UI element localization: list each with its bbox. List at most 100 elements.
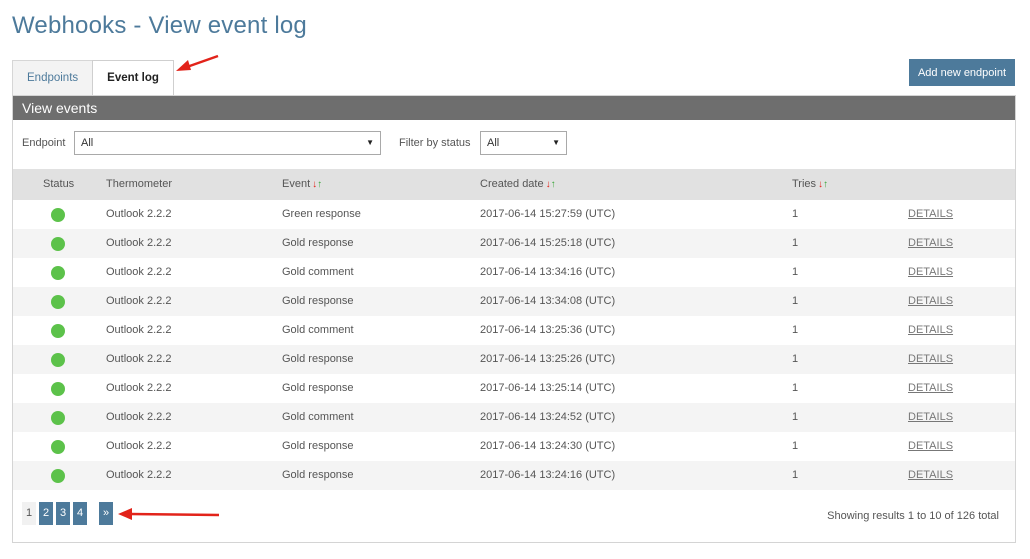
sort-asc-icon[interactable]: ↑ xyxy=(551,179,556,190)
status-ok-icon xyxy=(51,411,65,425)
column-created-label: Created date xyxy=(480,178,544,190)
details-link[interactable]: DETAILS xyxy=(908,432,953,461)
table-row: Outlook 2.2.2 Gold response 2017-06-14 1… xyxy=(13,374,1015,403)
chevron-down-icon: ▼ xyxy=(366,138,374,147)
cell-event: Gold response xyxy=(282,440,354,452)
table-row: Outlook 2.2.2 Gold response 2017-06-14 1… xyxy=(13,287,1015,316)
table-row: Outlook 2.2.2 Gold comment 2017-06-14 13… xyxy=(13,403,1015,432)
cell-event: Gold response xyxy=(282,469,354,481)
details-link[interactable]: DETAILS xyxy=(908,287,953,316)
cell-created: 2017-06-14 13:34:16 (UTC) xyxy=(480,266,616,278)
next-page-button[interactable]: » xyxy=(99,502,113,525)
table-row: Outlook 2.2.2 Gold response 2017-06-14 1… xyxy=(13,229,1015,258)
table-row: Outlook 2.2.2 Green response 2017-06-14 … xyxy=(13,200,1015,229)
status-ok-icon xyxy=(51,353,65,367)
column-event-label: Event xyxy=(282,178,311,190)
cell-thermometer: Outlook 2.2.2 xyxy=(106,382,172,394)
details-link[interactable]: DETAILS xyxy=(908,374,953,403)
cell-event: Gold response xyxy=(282,382,354,394)
details-link[interactable]: DETAILS xyxy=(908,258,953,287)
cell-created: 2017-06-14 13:34:08 (UTC) xyxy=(480,295,616,307)
endpoint-select[interactable]: All ▼ xyxy=(74,131,381,155)
column-tries-label: Tries xyxy=(792,178,817,190)
cell-created: 2017-06-14 13:24:30 (UTC) xyxy=(480,440,616,452)
panel-title: View events xyxy=(13,96,1015,120)
status-ok-icon xyxy=(51,266,65,280)
cell-event: Gold response xyxy=(282,295,354,307)
cell-tries: 1 xyxy=(792,440,799,452)
cell-tries: 1 xyxy=(792,208,799,220)
cell-tries: 1 xyxy=(792,382,799,394)
column-status: Status xyxy=(43,178,75,190)
cell-tries: 1 xyxy=(792,295,799,307)
table-row: Outlook 2.2.2 Gold response 2017-06-14 1… xyxy=(13,345,1015,374)
cell-created: 2017-06-14 13:24:52 (UTC) xyxy=(480,411,616,423)
status-ok-icon xyxy=(51,382,65,396)
sort-asc-icon[interactable]: ↑ xyxy=(823,179,828,190)
cell-thermometer: Outlook 2.2.2 xyxy=(106,411,172,423)
page-button-3[interactable]: 3 xyxy=(56,502,70,525)
details-link[interactable]: DETAILS xyxy=(908,403,953,432)
cell-thermometer: Outlook 2.2.2 xyxy=(106,266,172,278)
cell-thermometer: Outlook 2.2.2 xyxy=(106,237,172,249)
cell-tries: 1 xyxy=(792,237,799,249)
details-link[interactable]: DETAILS xyxy=(908,229,953,258)
page-button-2[interactable]: 2 xyxy=(39,502,53,525)
cell-thermometer: Outlook 2.2.2 xyxy=(106,440,172,452)
cell-event: Gold comment xyxy=(282,411,354,423)
column-created-date[interactable]: Created date ↓↑ xyxy=(480,169,556,200)
table-row: Outlook 2.2.2 Gold response 2017-06-14 1… xyxy=(13,461,1015,490)
events-panel: View events Endpoint All ▼ Filter by sta… xyxy=(12,95,1016,543)
column-event[interactable]: Event ↓↑ xyxy=(282,169,322,200)
cell-event: Green response xyxy=(282,208,361,220)
chevron-down-icon: ▼ xyxy=(552,138,560,147)
cell-tries: 1 xyxy=(792,324,799,336)
status-select-value: All xyxy=(487,137,500,149)
tab-endpoints[interactable]: Endpoints xyxy=(12,60,94,96)
status-ok-icon xyxy=(51,208,65,222)
column-thermometer: Thermometer xyxy=(106,178,173,190)
page-button-4[interactable]: 4 xyxy=(73,502,87,525)
cell-tries: 1 xyxy=(792,266,799,278)
status-ok-icon xyxy=(51,440,65,454)
sort-asc-icon[interactable]: ↑ xyxy=(317,179,322,190)
pagination: 1 2 3 4 » xyxy=(22,502,113,525)
cell-event: Gold response xyxy=(282,237,354,249)
cell-thermometer: Outlook 2.2.2 xyxy=(106,324,172,336)
cell-created: 2017-06-14 13:24:16 (UTC) xyxy=(480,469,616,481)
cell-tries: 1 xyxy=(792,353,799,365)
cell-event: Gold comment xyxy=(282,324,354,336)
cell-created: 2017-06-14 13:25:14 (UTC) xyxy=(480,382,616,394)
details-link[interactable]: DETAILS xyxy=(908,461,953,490)
cell-thermometer: Outlook 2.2.2 xyxy=(106,353,172,365)
annotation-arrow-tab xyxy=(176,54,219,71)
table-row: Outlook 2.2.2 Gold response 2017-06-14 1… xyxy=(13,432,1015,461)
cell-created: 2017-06-14 15:27:59 (UTC) xyxy=(480,208,616,220)
details-link[interactable]: DETAILS xyxy=(908,345,953,374)
status-filter-label: Filter by status xyxy=(399,137,471,149)
cell-tries: 1 xyxy=(792,469,799,481)
status-ok-icon xyxy=(51,324,65,338)
status-ok-icon xyxy=(51,469,65,483)
page-button-1[interactable]: 1 xyxy=(22,502,36,525)
status-select[interactable]: All ▼ xyxy=(480,131,567,155)
endpoint-select-value: All xyxy=(81,137,94,149)
tab-bar: Endpoints Event log xyxy=(12,60,174,96)
cell-created: 2017-06-14 13:25:36 (UTC) xyxy=(480,324,616,336)
tab-event-log[interactable]: Event log xyxy=(92,60,174,96)
cell-created: 2017-06-14 15:25:18 (UTC) xyxy=(480,237,616,249)
cell-thermometer: Outlook 2.2.2 xyxy=(106,469,172,481)
status-ok-icon xyxy=(51,237,65,251)
cell-thermometer: Outlook 2.2.2 xyxy=(106,295,172,307)
status-ok-icon xyxy=(51,295,65,309)
table-row: Outlook 2.2.2 Gold comment 2017-06-14 13… xyxy=(13,258,1015,287)
cell-tries: 1 xyxy=(792,411,799,423)
cell-event: Gold response xyxy=(282,353,354,365)
column-tries[interactable]: Tries ↓↑ xyxy=(792,169,828,200)
page-title: Webhooks - View event log xyxy=(12,12,307,39)
details-link[interactable]: DETAILS xyxy=(908,200,953,229)
endpoint-filter-label: Endpoint xyxy=(22,137,66,149)
add-endpoint-button[interactable]: Add new endpoint xyxy=(909,59,1015,86)
details-link[interactable]: DETAILS xyxy=(908,316,953,345)
results-count: Showing results 1 to 10 of 126 total xyxy=(827,510,999,522)
